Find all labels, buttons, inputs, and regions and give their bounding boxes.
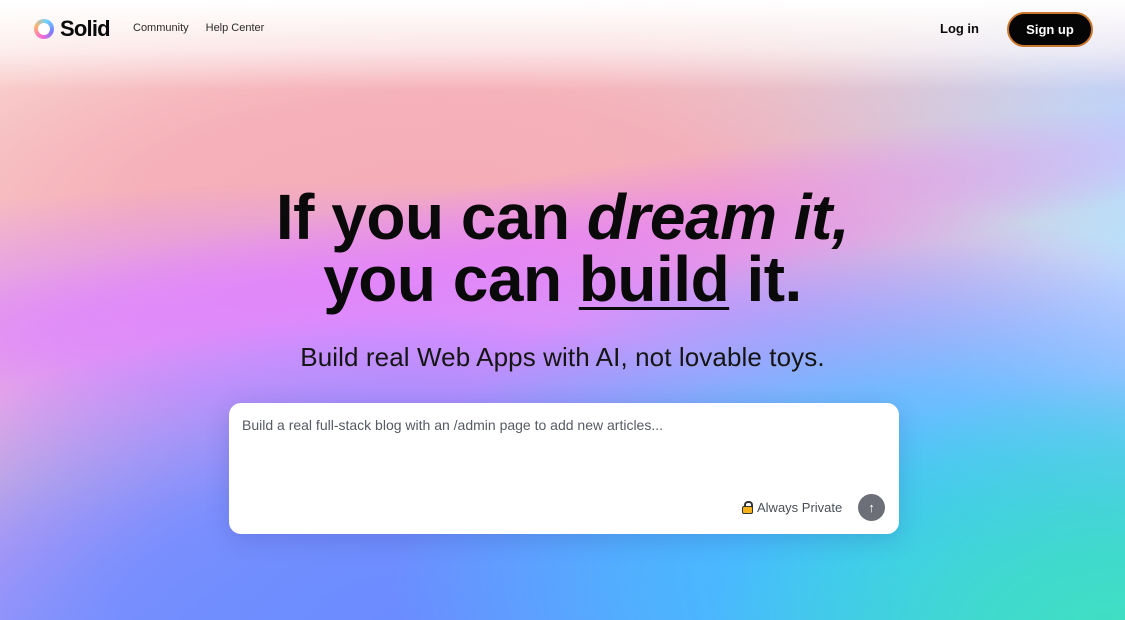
logo-text: Solid <box>60 16 111 41</box>
hero-section: If you can dream it, you can build it. B… <box>0 185 1125 372</box>
headline-line-2: you can build it. <box>0 247 1125 311</box>
main-nav: Community Help Center <box>133 22 264 34</box>
logo-link[interactable]: Solid <box>34 16 111 42</box>
logo-ring-icon <box>34 19 54 39</box>
landing-page: Solid Community Help Center Log in Sign … <box>0 0 1125 620</box>
headline-line-2-prefix: you can <box>323 243 579 315</box>
signup-button[interactable]: Sign up <box>1007 12 1093 47</box>
headline-line-1: If you can dream it, <box>0 185 1125 249</box>
top-header: Solid Community Help Center Log in Sign … <box>0 0 1125 60</box>
hero-headline: If you can dream it, you can build it. <box>0 185 1125 311</box>
arrow-up-icon: ↑ <box>868 500 875 515</box>
privacy-indicator: Always Private <box>742 500 842 515</box>
login-link[interactable]: Log in <box>940 21 979 36</box>
send-button[interactable]: ↑ <box>858 494 885 521</box>
nav-link-community[interactable]: Community <box>133 22 189 34</box>
headline-underlined-text: build <box>578 243 730 315</box>
headline-line-2-suffix: it. <box>729 243 802 315</box>
hero-subheadline: Build real Web Apps with AI, not lovable… <box>300 342 825 372</box>
nav-link-help-center[interactable]: Help Center <box>206 22 265 34</box>
privacy-label: Always Private <box>757 500 843 515</box>
lock-icon <box>742 501 753 514</box>
prompt-input[interactable] <box>242 417 882 487</box>
